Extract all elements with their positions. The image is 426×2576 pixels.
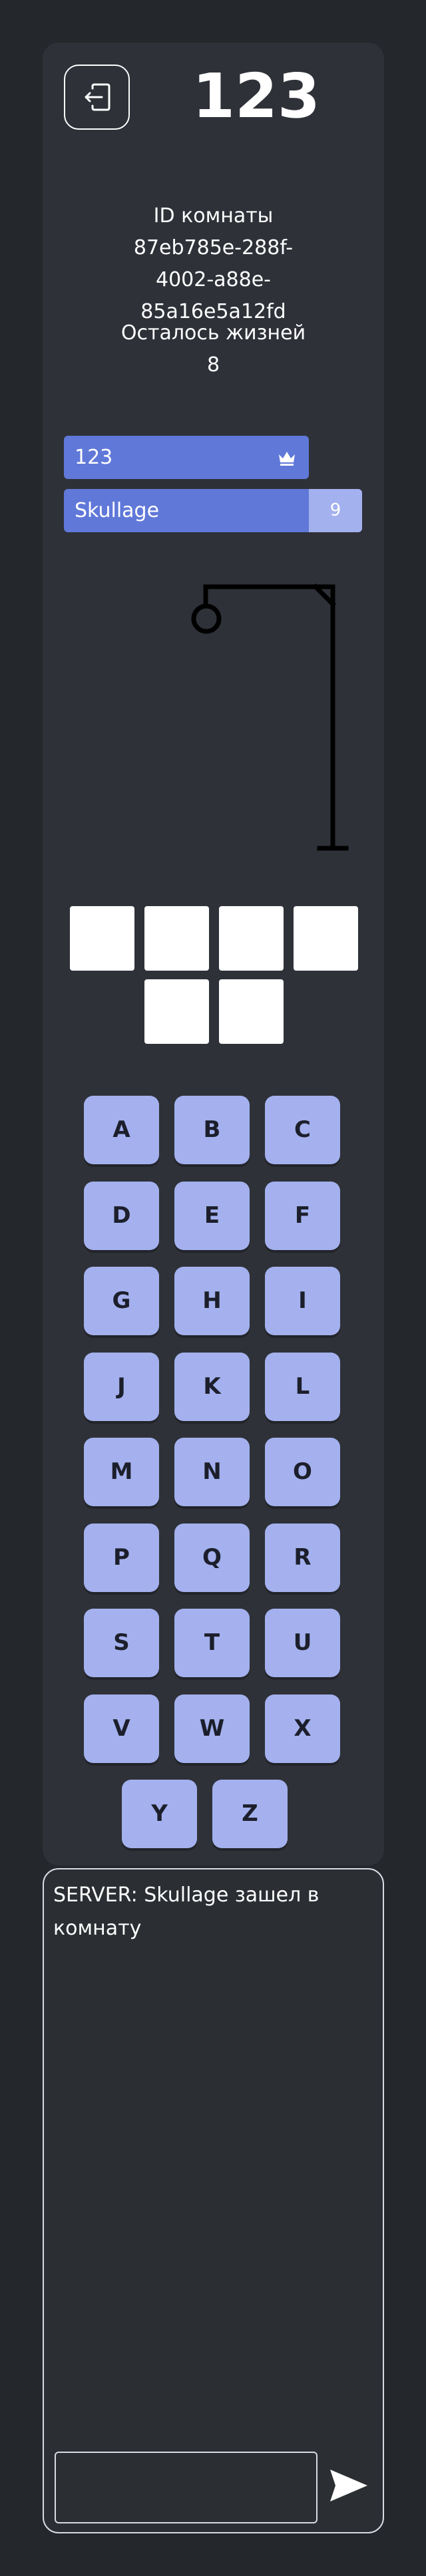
- key-o[interactable]: O: [265, 1438, 340, 1506]
- key-x[interactable]: X: [265, 1694, 340, 1763]
- key-u[interactable]: U: [265, 1609, 340, 1677]
- key-w[interactable]: W: [174, 1694, 250, 1763]
- lives-label: Осталось жизней: [120, 321, 306, 345]
- send-arrow-icon[interactable]: [329, 2467, 369, 2504]
- letter-tile: [294, 906, 358, 971]
- key-v[interactable]: V: [84, 1694, 159, 1763]
- key-d[interactable]: D: [84, 1181, 159, 1250]
- chat-panel: [43, 1868, 384, 2533]
- lives-count: 8: [206, 353, 220, 377]
- key-l[interactable]: L: [265, 1352, 340, 1421]
- room-title: 123: [192, 61, 321, 132]
- door-exit-icon: [85, 83, 110, 111]
- exit-room-button[interactable]: [64, 65, 130, 130]
- key-z[interactable]: Z: [212, 1780, 288, 1848]
- key-k[interactable]: K: [174, 1352, 250, 1421]
- key-p[interactable]: P: [84, 1523, 159, 1592]
- player-row: 123: [64, 436, 309, 479]
- room-id-value: 87eb785e-288f-4002-a88e-85a16e5a12fd: [133, 236, 294, 323]
- letter-tile: [70, 906, 134, 971]
- room-id-label: ID комнаты: [153, 204, 274, 228]
- crown-icon: [279, 452, 295, 466]
- key-y[interactable]: Y: [122, 1780, 197, 1848]
- key-m[interactable]: M: [84, 1438, 159, 1506]
- letter-tile: [219, 979, 284, 1044]
- key-f[interactable]: F: [265, 1181, 340, 1250]
- key-h[interactable]: H: [174, 1267, 250, 1335]
- hangman-head: [191, 603, 222, 634]
- key-a[interactable]: A: [84, 1096, 159, 1164]
- key-r[interactable]: R: [265, 1523, 340, 1592]
- key-j[interactable]: J: [84, 1352, 159, 1421]
- hangman-gallows: [191, 583, 349, 851]
- key-i[interactable]: I: [265, 1267, 340, 1335]
- key-c[interactable]: C: [265, 1096, 340, 1164]
- key-e[interactable]: E: [174, 1181, 250, 1250]
- player-name: 123: [75, 446, 113, 469]
- gallows-brace: [312, 583, 336, 607]
- key-n[interactable]: N: [174, 1438, 250, 1506]
- key-t[interactable]: T: [174, 1609, 250, 1677]
- player-name: Skullage: [75, 499, 160, 522]
- chat-input[interactable]: [55, 2452, 318, 2523]
- player-score: 9: [309, 489, 362, 532]
- player-row: Skullage 9: [64, 489, 362, 532]
- key-g[interactable]: G: [84, 1267, 159, 1335]
- letter-tile: [219, 906, 284, 971]
- letter-tile: [144, 979, 209, 1044]
- letter-tile: [144, 906, 209, 971]
- chat-message: SERVER: Skullage зашел в комнату: [53, 1883, 320, 1940]
- key-s[interactable]: S: [84, 1609, 159, 1677]
- key-b[interactable]: B: [174, 1096, 250, 1164]
- key-q[interactable]: Q: [174, 1523, 250, 1592]
